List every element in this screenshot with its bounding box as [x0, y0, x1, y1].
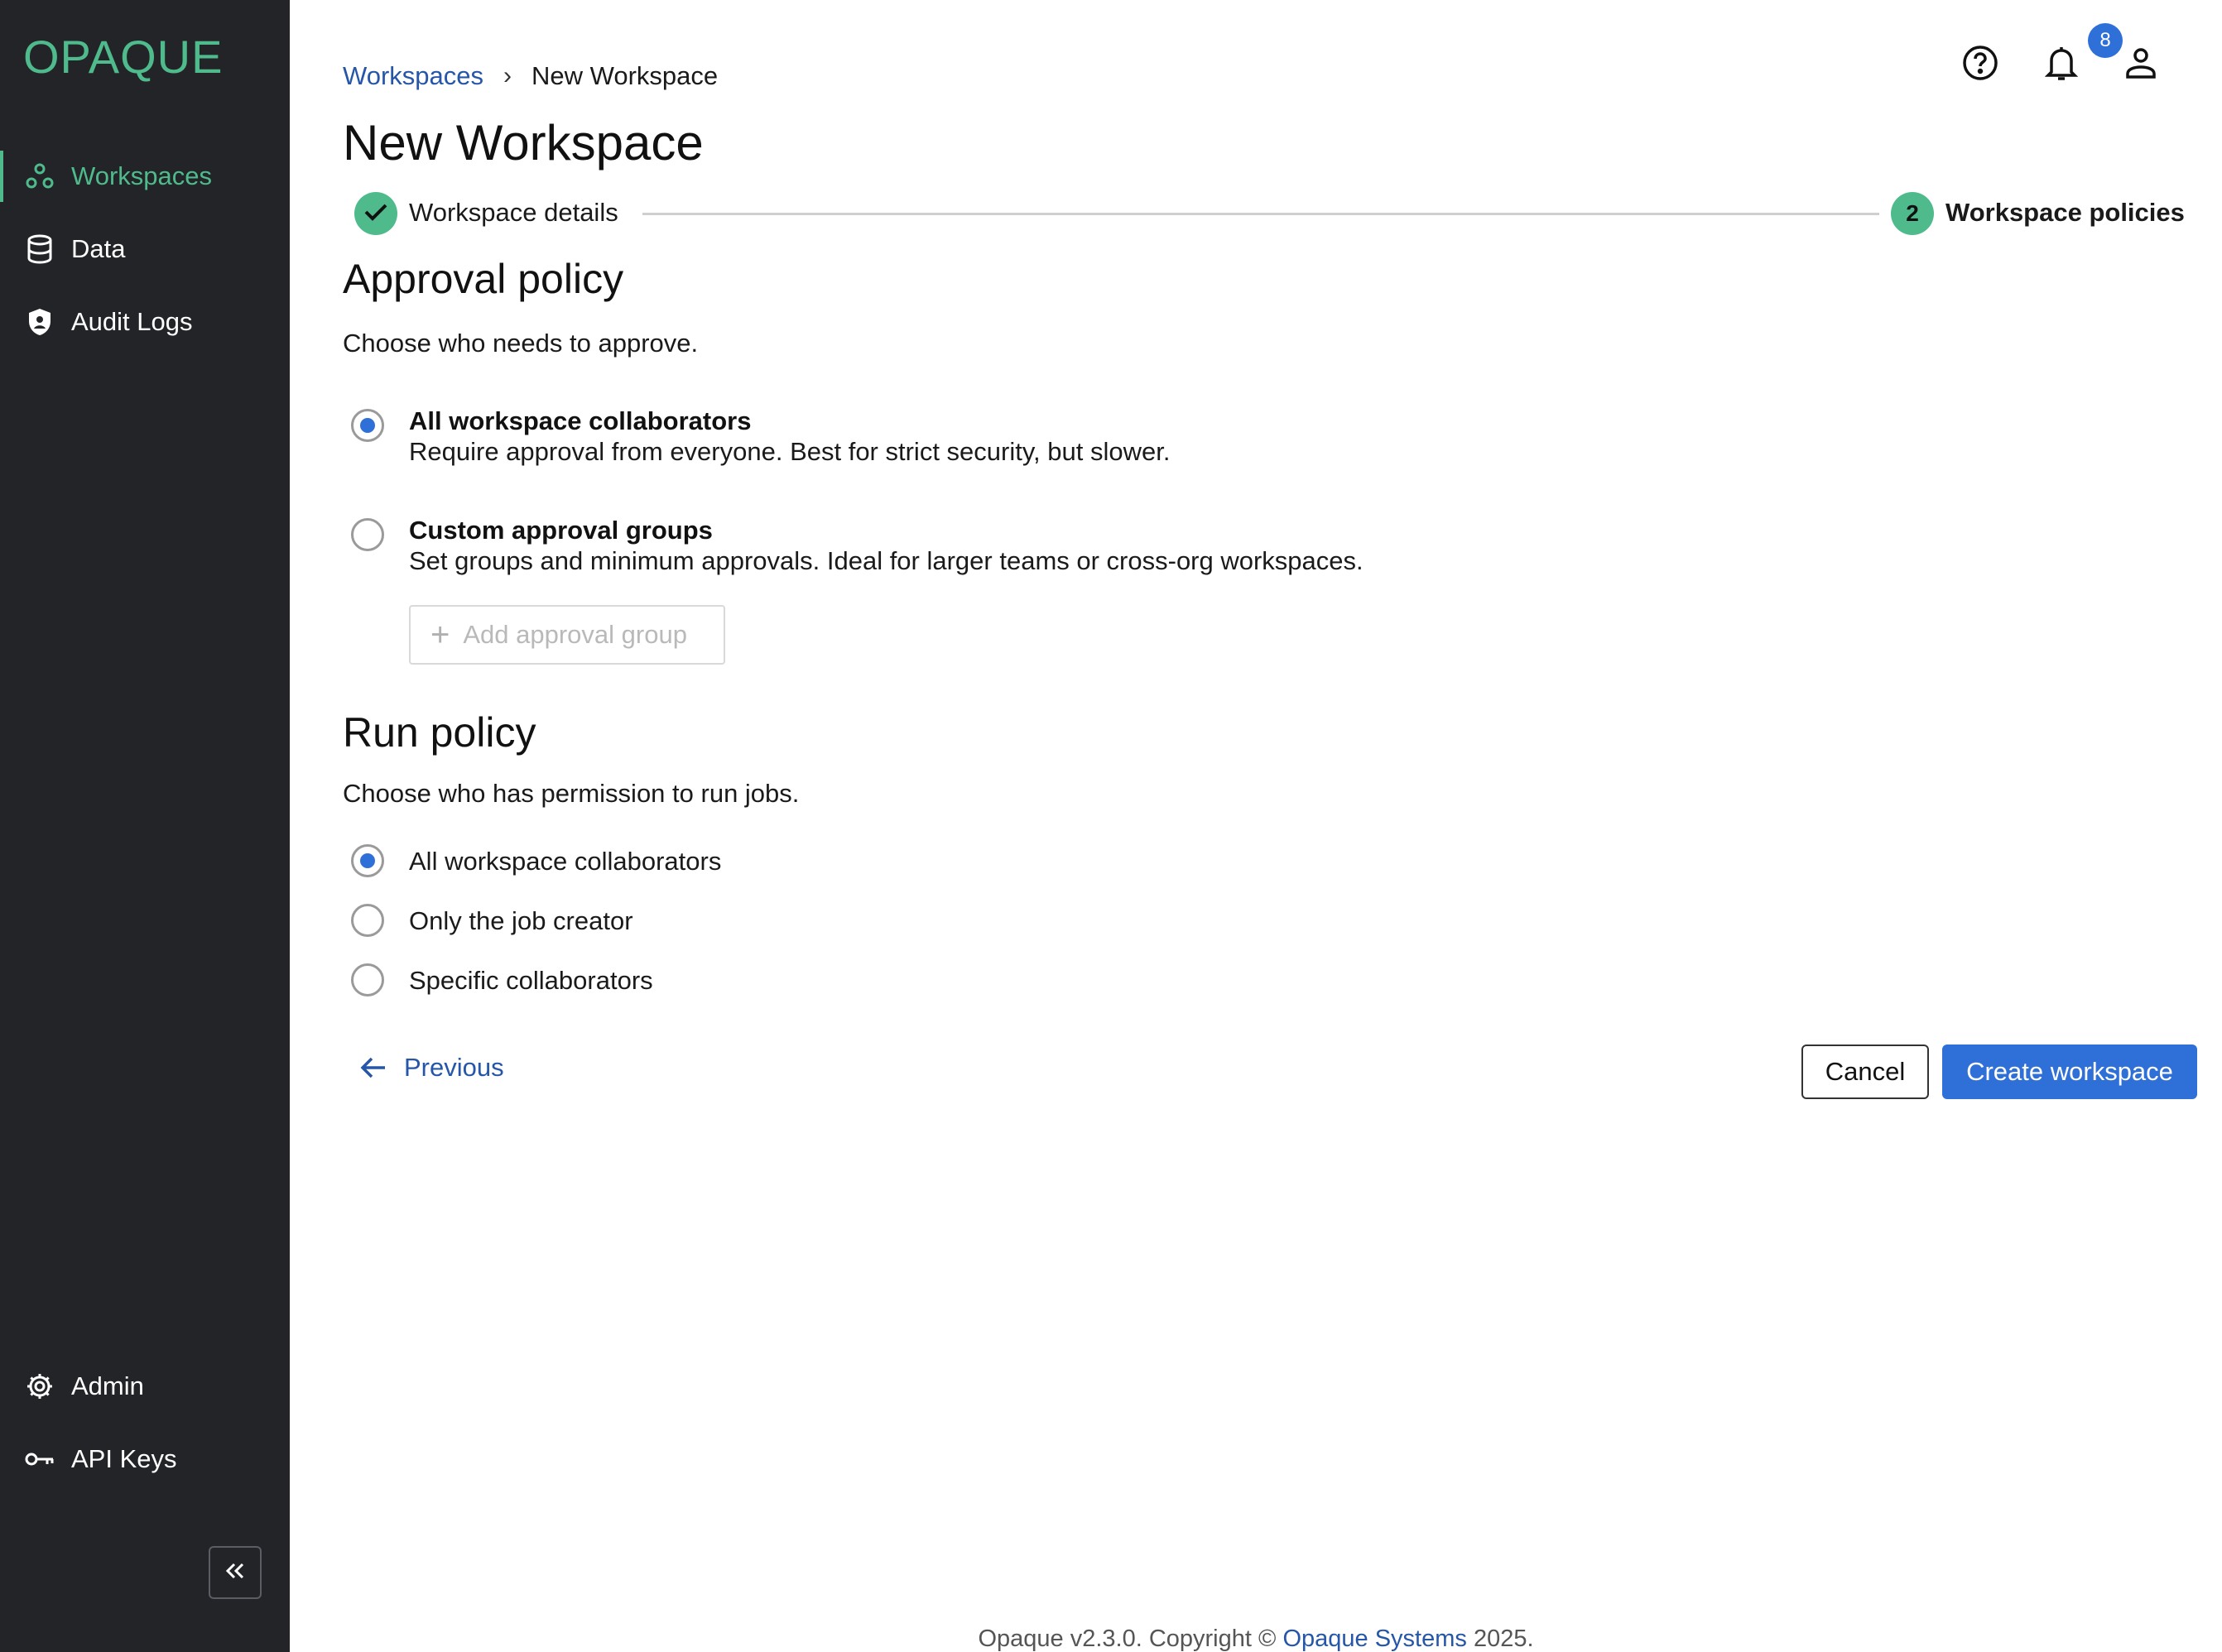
sidebar-item-workspaces[interactable]: Workspaces: [0, 146, 290, 207]
approval-all-collaborators-radio[interactable]: [351, 409, 384, 442]
gear-icon: [23, 1370, 56, 1403]
plus-icon: +: [430, 617, 450, 653]
bell-icon: [2044, 44, 2079, 86]
sidebar-item-admin[interactable]: Admin: [0, 1356, 290, 1417]
arrow-left-icon: [359, 1055, 387, 1080]
create-workspace-button[interactable]: Create workspace: [1942, 1045, 2197, 1099]
sidebar-item-label: Data: [71, 234, 126, 263]
step-label-workspace-details: Workspace details: [409, 198, 618, 227]
add-approval-group-button[interactable]: + Add approval group: [409, 605, 725, 665]
help-button[interactable]: [1959, 43, 2002, 86]
approval-custom-groups-radio[interactable]: [351, 518, 384, 551]
notifications-button[interactable]: [2040, 43, 2083, 86]
sidebar: OPAQUE Workspaces Data Audit Logs Admin …: [0, 0, 290, 1652]
footer-copyright: Opaque v2.3.0. Copyright ©: [978, 1626, 1277, 1652]
sidebar-item-label: Audit Logs: [71, 307, 193, 336]
help-icon: [1961, 44, 1999, 86]
collapse-sidebar-button[interactable]: [209, 1546, 262, 1599]
sidebar-item-audit-logs[interactable]: Audit Logs: [0, 291, 290, 353]
approval-option-title: All workspace collaborators: [409, 406, 752, 435]
cancel-button[interactable]: Cancel: [1801, 1045, 1929, 1099]
step-label-workspace-policies: Workspace policies: [1945, 198, 2185, 227]
shield-icon: [23, 305, 56, 339]
run-all-collaborators-radio[interactable]: [351, 844, 384, 877]
footer: Opaque v2.3.0. Copyright © Opaque System…: [0, 1626, 2222, 1652]
key-icon: [23, 1443, 56, 1476]
breadcrumb-separator: ›: [503, 62, 512, 89]
add-approval-group-label: Add approval group: [463, 620, 687, 649]
sidebar-item-api-keys[interactable]: API Keys: [0, 1429, 290, 1490]
approval-policy-subtitle: Choose who needs to approve.: [343, 329, 699, 358]
run-specific-collaborators-radio[interactable]: [351, 963, 384, 996]
sidebar-item-label: API Keys: [71, 1444, 177, 1473]
footer-company-link[interactable]: Opaque Systems: [1282, 1626, 1466, 1652]
notification-count-badge: 8: [2088, 23, 2123, 58]
approval-option-title: Custom approval groups: [409, 516, 713, 545]
workspaces-icon: [23, 160, 56, 193]
run-policy-subtitle: Choose who has permission to run jobs.: [343, 779, 800, 808]
user-icon: [2124, 46, 2157, 84]
run-option-label: Only the job creator: [409, 906, 633, 935]
approval-option-description: Set groups and minimum approvals. Ideal …: [409, 546, 1364, 575]
sidebar-item-label: Admin: [71, 1371, 144, 1400]
approval-policy-title: Approval policy: [343, 256, 624, 302]
sidebar-item-data[interactable]: Data: [0, 219, 290, 280]
breadcrumb-workspaces-link[interactable]: Workspaces: [343, 61, 483, 91]
footer-year: 2025.: [1473, 1626, 1534, 1652]
user-menu-button[interactable]: [2119, 43, 2162, 86]
stepper-connector: [642, 213, 1879, 215]
approval-option-description: Require approval from everyone. Best for…: [409, 437, 1171, 466]
sidebar-item-label: Workspaces: [71, 161, 212, 190]
breadcrumb: Workspaces › New Workspace: [343, 61, 718, 91]
app-logo: OPAQUE: [23, 31, 224, 83]
breadcrumb-current: New Workspace: [531, 61, 719, 90]
previous-label: Previous: [404, 1053, 504, 1082]
run-option-label: All workspace collaborators: [409, 847, 722, 876]
run-job-creator-radio[interactable]: [351, 904, 384, 937]
page-title: New Workspace: [343, 115, 704, 170]
run-option-label: Specific collaborators: [409, 966, 653, 995]
double-chevron-left-icon: [224, 1561, 247, 1585]
database-icon: [23, 233, 56, 266]
check-icon: [363, 202, 388, 226]
step-complete-indicator: [354, 192, 397, 235]
previous-button[interactable]: Previous: [359, 1053, 504, 1083]
step-number-indicator: 2: [1891, 192, 1934, 235]
run-policy-title: Run policy: [343, 709, 536, 756]
